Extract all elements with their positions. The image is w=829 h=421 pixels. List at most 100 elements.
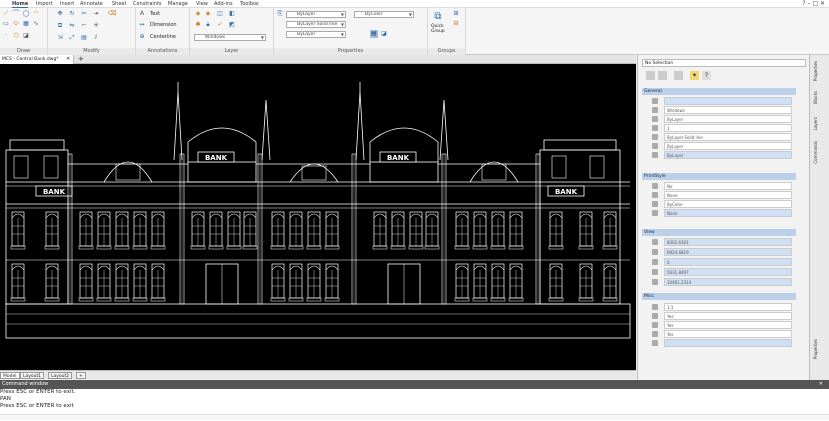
tab-insert[interactable]: Insert (60, 0, 74, 8)
prop-row[interactable]: Yes (642, 312, 796, 320)
prop-row[interactable]: ByColor (642, 200, 796, 208)
layer-walk-icon[interactable]: ◩ (228, 21, 236, 29)
layer-state-icon[interactable]: ◈ (204, 10, 212, 18)
match-properties-icon[interactable]: ⎘ (276, 10, 284, 18)
side-tab-layers[interactable]: Layers (813, 117, 818, 130)
layer-lock-icon[interactable]: 🔒︎ (204, 21, 212, 29)
tab-annotate[interactable]: Annotate (80, 0, 103, 8)
color-combo[interactable]: ByLayer ▼ (286, 11, 346, 18)
tab-constraints[interactable]: Constraints (133, 0, 162, 8)
tab-manage[interactable]: Manage (168, 0, 188, 8)
prop-row[interactable]: ByLayer (642, 142, 796, 150)
fillet-icon[interactable]: ⌐ (80, 22, 88, 30)
text-icon[interactable]: A (138, 10, 146, 18)
lineweight-combo[interactable]: ByLayer ▼ (286, 31, 346, 38)
prop-value[interactable]: ByLayer (664, 151, 792, 159)
section-printstyle[interactable]: PrintStyle (642, 173, 796, 180)
prop-row[interactable]: None (642, 209, 796, 217)
polygon-icon[interactable]: ⬡ (12, 32, 20, 40)
prop-value[interactable]: 10461.2314 (664, 278, 792, 286)
tab-layout1[interactable]: Layout1 (20, 372, 45, 379)
prop-value[interactable]: 0 (664, 258, 792, 266)
array-icon[interactable]: ▤ (80, 34, 88, 42)
window-controls[interactable]: ? – □ ✕ (802, 0, 825, 8)
extend-icon[interactable]: ⇥ (92, 10, 100, 18)
prop-row[interactable]: 1 (642, 124, 796, 132)
drawing-canvas[interactable]: BANK BANK BANK BANK (0, 64, 636, 370)
command-input[interactable] (0, 414, 829, 420)
lightbulb-icon[interactable]: ✦ (690, 71, 699, 80)
prop-value[interactable]: 1 (664, 124, 792, 132)
point-icon[interactable]: · (2, 32, 10, 40)
prop-row[interactable]: 10461.2314 (642, 278, 796, 286)
trim-icon[interactable]: ✂ (80, 10, 88, 18)
tab-import[interactable]: Import (36, 0, 53, 8)
new-tab-icon[interactable]: + (78, 55, 84, 64)
layer-combo[interactable]: Windows ▼ (194, 34, 266, 41)
prop-row[interactable]: No (642, 182, 796, 190)
rotate-icon[interactable]: ↻ (68, 10, 76, 18)
mirror-icon[interactable]: ⇋ (68, 22, 76, 30)
prop-row[interactable]: 6924.6819 (642, 248, 796, 256)
tab-view[interactable]: View (196, 0, 208, 8)
offset-icon[interactable]: ⫽ (92, 34, 100, 42)
tab-layout2[interactable]: Layout2 (48, 372, 73, 379)
help-icon[interactable]: ? (702, 71, 711, 80)
add-layout-button[interactable]: + (76, 372, 86, 379)
copy-icon[interactable]: ⧉ (56, 22, 64, 30)
prop-row[interactable]: 0 (642, 258, 796, 266)
prop-value[interactable]: 8362.6301 (664, 238, 792, 246)
layer-freeze-icon[interactable]: ✱ (194, 21, 202, 29)
tab-model[interactable]: Model (0, 372, 20, 379)
show-lineweight-icon[interactable]: ▤ (370, 30, 378, 38)
prop-row[interactable]: Windows (642, 106, 796, 114)
side-tab-properties-active[interactable]: Properties (813, 339, 818, 359)
select-objects-icon[interactable] (646, 71, 655, 80)
section-general[interactable]: General (642, 88, 796, 95)
section-misc[interactable]: Misc (642, 293, 796, 300)
prop-value[interactable] (664, 339, 792, 347)
quick-group-icon[interactable]: ⧉ (432, 11, 444, 23)
tab-home[interactable]: Home (12, 0, 29, 8)
prop-row[interactable]: None (642, 191, 796, 199)
toggle-pickadd-icon[interactable] (674, 71, 683, 80)
layer-match-icon[interactable]: ✓ (216, 21, 224, 29)
prop-value[interactable]: No (664, 182, 792, 190)
prop-value[interactable]: Yes (664, 321, 792, 329)
rectangle-icon[interactable]: ▭ (2, 20, 10, 28)
circle-icon[interactable]: ◯ (22, 10, 30, 18)
dimension-icon[interactable]: ↔ (138, 21, 146, 29)
move-icon[interactable]: ✥ (56, 10, 64, 18)
side-tab-properties[interactable]: Properties (813, 61, 818, 81)
linetype-combo[interactable]: ByLayer Solid line ▼ (286, 21, 346, 28)
text-button[interactable]: Text (150, 10, 160, 18)
prop-row[interactable]: ByLayer (642, 151, 796, 159)
spline-icon[interactable]: ∿ (32, 20, 40, 28)
tab-sheet[interactable]: Sheet (112, 0, 126, 8)
hatch-icon[interactable]: ▦ (22, 20, 30, 28)
prop-row[interactable]: Yes (642, 330, 796, 338)
prop-value[interactable]: 1:1 (664, 303, 792, 311)
prop-row[interactable] (642, 339, 796, 347)
quick-select-icon[interactable] (658, 71, 667, 80)
erase-icon[interactable]: ⌫ (108, 10, 116, 18)
centerline-icon[interactable]: ⊕ (138, 33, 146, 41)
layer-isolate-icon[interactable]: ◫ (216, 10, 224, 18)
group-edit-icon[interactable]: ⊞ (452, 10, 460, 18)
stretch-icon[interactable]: ⇲ (56, 34, 64, 42)
command-window-body[interactable]: Press ESC or ENTER to exit. PAN Press ES… (0, 389, 829, 421)
prop-row[interactable]: 1:1 (642, 303, 796, 311)
document-tab[interactable]: MCS - Central Bank.dwg* (0, 55, 74, 64)
prop-value[interactable]: ByLayer Solid line (664, 133, 792, 141)
prop-row[interactable]: 5631.8497 (642, 268, 796, 276)
tab-add-ins[interactable]: Add-ins (214, 0, 233, 8)
side-tab-commands[interactable]: Commands (813, 141, 818, 164)
region-icon[interactable]: ◪ (22, 32, 30, 40)
close-icon[interactable]: ✕ (66, 56, 70, 62)
prop-row[interactable]: Yes (642, 321, 796, 329)
prop-value[interactable]: Windows (664, 106, 792, 114)
plotstyle-combo[interactable]: ByColor ▼ (354, 11, 414, 18)
prop-value[interactable]: Yes (664, 312, 792, 320)
ellipse-icon[interactable]: ⬭ (12, 20, 20, 28)
prop-row[interactable] (642, 97, 796, 105)
